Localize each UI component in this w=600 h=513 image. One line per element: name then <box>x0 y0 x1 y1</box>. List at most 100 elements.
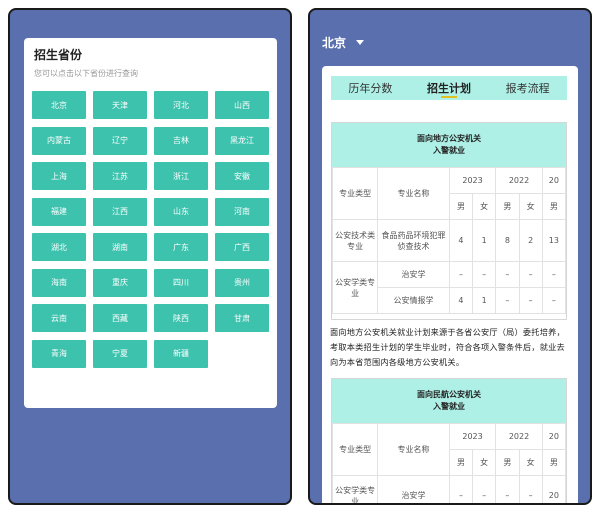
province-button[interactable]: 山西 <box>215 91 269 119</box>
province-button[interactable]: 河南 <box>215 197 269 226</box>
table-row: 公安技术类专业 食品药品环境犯罪侦查技术 4 1 8 2 13 <box>332 219 566 262</box>
cell-value: 4 <box>448 219 474 262</box>
plan-section-local-police: 面向地方公安机关 入警就业 专业类型 专业名称 2023 2022 20 男 女… <box>331 122 567 320</box>
province-button[interactable]: 湖北 <box>32 233 86 261</box>
left-phone-screen: 招生省份 您可以点击以下省份进行查询 北京 天津 河北 山西内蒙古 辽宁 吉林 黑龙江上海江… <box>8 8 292 505</box>
col-header-name: 专业名称 <box>377 423 450 476</box>
province-button[interactable]: 黑龙江 <box>215 126 269 155</box>
cell-value: 4 <box>448 287 474 314</box>
year-header: 2022 <box>495 167 543 194</box>
cell-value: 1 <box>472 219 497 262</box>
province-button[interactable]: 海南 <box>32 268 86 297</box>
province-button[interactable]: 四川 <box>154 268 208 297</box>
section-header-line2: 入警就业 <box>433 402 465 411</box>
cell-value: – <box>541 261 566 288</box>
cell-value: – <box>495 261 520 288</box>
cell-value: – <box>518 261 543 288</box>
cell-value: – <box>448 261 474 288</box>
cell-name: 治安学 <box>377 261 450 288</box>
cell-value: 1 <box>472 287 497 314</box>
province-grid: 北京 天津 河北 山西内蒙古 辽宁 吉林 黑龙江上海 江苏 浙江 安徽福建 江西 山东 河南湖北 湖南 广东… <box>32 91 272 368</box>
province-button[interactable]: 湖南 <box>93 233 147 261</box>
female-header: 女 <box>472 449 497 476</box>
cell-type: 公安技术类专业 <box>332 219 379 262</box>
province-button[interactable]: 河北 <box>154 91 208 119</box>
male-header: 男 <box>448 449 474 476</box>
province-button[interactable]: 吉林 <box>154 126 208 155</box>
cell-value: – <box>495 287 520 314</box>
province-button[interactable]: 青海 <box>32 339 86 368</box>
cell-value: – <box>518 475 543 503</box>
col-header-name: 专业名称 <box>377 167 450 220</box>
province-button[interactable]: 浙江 <box>154 162 208 190</box>
cell-value: – <box>495 475 520 503</box>
province-button[interactable]: 宁夏 <box>93 339 147 368</box>
province-button[interactable]: 重庆 <box>93 268 147 297</box>
year-header: 2023 <box>448 167 497 194</box>
col-header-type: 专业类型 <box>332 423 379 476</box>
province-button[interactable]: 西藏 <box>93 304 147 332</box>
cell-value: – <box>472 475 497 503</box>
plan-content: 历年分数 招生计划 报考流程 面向地方公安机关 入警就业 专业类型 专业名称 2… <box>322 66 578 503</box>
province-button[interactable]: 北京 <box>32 91 86 119</box>
section-header-line1: 面向地方公安机关 <box>417 134 481 143</box>
year-header: 2023 <box>448 423 497 450</box>
city-selector[interactable]: 北京 <box>322 34 365 51</box>
year-header: 2022 <box>495 423 543 450</box>
cell-value: 2 <box>518 219 543 262</box>
section-header: 面向民航公安机关 入警就业 <box>332 379 566 423</box>
province-card-title: 招生省份 <box>34 48 83 62</box>
cell-value: 20 <box>541 475 566 503</box>
province-button[interactable]: 甘肃 <box>215 304 269 332</box>
cell-value: – <box>518 287 543 314</box>
col-header-type: 专业类型 <box>332 167 379 220</box>
cell-type: 公安学类专业 <box>332 475 379 503</box>
cell-name: 食品药品环境犯罪侦查技术 <box>377 219 450 262</box>
plan-table: 专业类型 专业名称 2023 2022 20 男 女 男 女 男 公安学类专业 … <box>332 423 566 503</box>
province-button[interactable]: 江苏 <box>93 162 147 190</box>
section-header-line2: 入警就业 <box>433 146 465 155</box>
city-label: 北京 <box>322 36 347 50</box>
province-button[interactable]: 安徽 <box>215 162 269 190</box>
province-button[interactable]: 广东 <box>154 233 208 261</box>
table-row: 公安学类专业 治安学 – – – – – <box>332 261 566 314</box>
tab-bar: 历年分数 招生计划 报考流程 <box>331 76 567 100</box>
cell-name: 治安学 <box>377 475 450 503</box>
province-button[interactable]: 新疆 <box>154 339 208 368</box>
province-button[interactable]: 上海 <box>32 162 86 190</box>
cell-value: 8 <box>495 219 520 262</box>
tab-history-scores[interactable]: 历年分数 <box>331 76 410 100</box>
tab-application-process[interactable]: 报考流程 <box>488 76 567 100</box>
tab-enrollment-plan[interactable]: 招生计划 <box>410 76 489 100</box>
section-header-line1: 面向民航公安机关 <box>417 390 481 399</box>
province-button[interactable]: 辽宁 <box>93 126 147 155</box>
section-header: 面向地方公安机关 入警就业 <box>332 123 566 167</box>
province-button[interactable]: 广西 <box>215 233 269 261</box>
cell-type: 公安学类专业 <box>332 261 379 314</box>
cell-value: – <box>541 287 566 314</box>
province-button[interactable]: 贵州 <box>215 268 269 297</box>
male-header: 男 <box>448 193 474 220</box>
plan-section-civil-aviation-police: 面向民航公安机关 入警就业 专业类型 专业名称 2023 2022 20 男 女… <box>331 378 567 503</box>
province-button[interactable]: 天津 <box>93 91 147 119</box>
province-button[interactable]: 陕西 <box>154 304 208 332</box>
male-header: 男 <box>495 193 520 220</box>
year-header: 20 <box>541 167 566 194</box>
province-button[interactable]: 福建 <box>32 197 86 226</box>
province-button[interactable]: 山东 <box>154 197 208 226</box>
province-button[interactable]: 江西 <box>93 197 147 226</box>
female-header: 女 <box>518 449 543 476</box>
province-card-subtitle: 您可以点击以下省份进行查询 <box>34 69 138 78</box>
cell-value: – <box>472 261 497 288</box>
cell-value: 13 <box>541 219 566 262</box>
table-row: 公安学类专业 治安学 – – – – 20 <box>332 475 566 503</box>
province-button[interactable]: 内蒙古 <box>32 126 86 155</box>
chevron-down-icon <box>356 40 365 45</box>
cell-value: – <box>448 475 474 503</box>
female-header: 女 <box>518 193 543 220</box>
right-phone-screen: 北京 历年分数 招生计划 报考流程 面向地方公安机关 入警就业 专业类型 专业名… <box>308 8 592 505</box>
male-header: 男 <box>541 193 566 220</box>
plan-description: 面向地方公安机关就业计划来源于各省公安厅（局）委托培养，考取本类招生计划的学生毕… <box>330 327 565 367</box>
province-button[interactable]: 云南 <box>32 304 86 332</box>
province-card: 招生省份 您可以点击以下省份进行查询 北京 天津 河北 山西内蒙古 辽宁 吉林 黑龙江上海江… <box>24 38 277 408</box>
